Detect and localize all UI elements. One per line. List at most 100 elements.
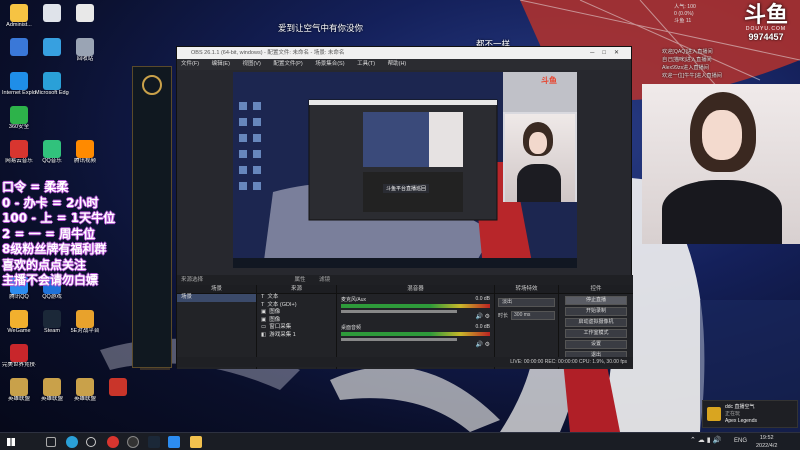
game-notification[interactable]: ddc 直播空气 正在玩 Apex Legends <box>702 400 798 428</box>
studio-mode-button[interactable]: 工作室模式 <box>565 329 627 338</box>
desktop-icon[interactable]: Microsoft Edge <box>35 72 69 97</box>
desktop-icon[interactable]: Internet Explorer <box>2 72 36 97</box>
desktop-icon[interactable]: 英雄联盟 <box>35 378 69 403</box>
desktop-icon[interactable] <box>2 38 36 56</box>
scene-item[interactable]: 场景 <box>177 294 256 302</box>
overlay-line: 喜欢的点点关注 <box>2 257 87 272</box>
app-icon <box>76 38 94 56</box>
menu-view[interactable]: 视图(V) <box>242 61 260 67</box>
settings-button[interactable]: 设置 <box>565 340 627 349</box>
app-icon <box>43 310 61 328</box>
netease-music-icon[interactable] <box>107 436 119 448</box>
overlay-line: 口令 = 柔柔 <box>2 180 69 194</box>
obs-window[interactable]: OBS 26.1.1 (64-bit, windows) - 配置文件: 未命名… <box>176 46 633 369</box>
desktop-icon[interactable]: 360安全 <box>2 106 36 131</box>
desktop-icon-label: WeGame <box>7 328 31 334</box>
task-view-icon[interactable] <box>46 437 56 447</box>
desktop-icon[interactable]: 回收站 <box>68 38 102 63</box>
desktop-icon-label: 腾讯视频 <box>73 158 96 164</box>
danmu-item: 欢迎一位[牛牛]进入直播间 <box>662 73 722 79</box>
source-item[interactable]: ◧ 游戏采集 1 <box>257 332 336 340</box>
source-item[interactable]: ▣ 图像 <box>257 317 336 325</box>
app-icon <box>76 310 94 328</box>
duration-input[interactable]: 300 ms <box>511 311 555 320</box>
source-item[interactable]: T 文本 <box>257 294 336 302</box>
menu-profile[interactable]: 配置文件(P) <box>273 61 302 67</box>
source-item[interactable]: T 文本 (GDI+) <box>257 302 336 310</box>
desktop-icon-label: 回收站 <box>76 56 94 62</box>
virtual-camera-button[interactable]: 启动虚拟摄像机 <box>565 318 627 327</box>
properties-button[interactable]: 属性 <box>295 277 306 283</box>
desktop-icon[interactable]: 腾讯视频 <box>68 140 102 165</box>
edge-icon[interactable] <box>66 436 78 448</box>
text-icon: T <box>261 301 265 308</box>
image-icon: ▣ <box>261 309 267 315</box>
app-icon[interactable] <box>168 436 180 448</box>
windows-start-icon[interactable] <box>7 438 15 446</box>
desktop-icon[interactable]: 英雄联盟 <box>2 378 36 403</box>
desktop-icon[interactable]: Steam <box>35 310 69 335</box>
app-icon <box>43 140 61 158</box>
search-icon[interactable] <box>86 437 96 447</box>
menu-help[interactable]: 帮助(H) <box>388 61 407 67</box>
desktop-icon-label: Steam <box>44 328 60 334</box>
taskbar: ⌃ ☁ ▮ 🔊 ENG 19:52 2022/4/2 <box>0 432 800 450</box>
desktop-icon[interactable]: QQ音乐 <box>35 140 69 165</box>
obs-icon[interactable] <box>127 436 139 448</box>
desktop-icon-label: Microsoft Edge <box>35 90 69 96</box>
clock[interactable]: 19:52 2022/4/2 <box>756 434 777 450</box>
filters-button[interactable]: 滤镜 <box>319 277 330 283</box>
window-controls[interactable]: ─□✕ <box>590 47 627 59</box>
desktop-icon[interactable] <box>68 4 102 22</box>
menu-file[interactable]: 文件(F) <box>181 61 199 67</box>
menu-tools[interactable]: 工具(T) <box>357 61 375 67</box>
notification-title: ddc 直播空气 <box>725 404 755 410</box>
desktop-icon-label: 完美世界竞技平台 <box>2 362 36 368</box>
source-select-bar: 来源选择 属性 滤镜 <box>177 275 633 285</box>
xbox-icon <box>707 407 721 421</box>
desktop-icon[interactable]: WeGame <box>2 310 36 335</box>
danmu-item: Alex99zs进入直播间 <box>662 65 709 71</box>
menu-scene-collection[interactable]: 场景集合(S) <box>315 61 344 67</box>
desktop-icon[interactable] <box>35 38 69 56</box>
language-indicator[interactable]: ENG <box>734 438 747 444</box>
desktop-icon-label: 5E对战平台 <box>70 328 100 334</box>
desktop-icon-label: 360安全 <box>8 124 30 130</box>
window-icon: ▭ <box>261 324 267 330</box>
source-item[interactable]: ▭ 窗口采集 <box>257 324 336 332</box>
image-icon: ▣ <box>261 316 267 323</box>
desktop-icon[interactable]: 网易云音乐 <box>2 140 36 165</box>
app-icon <box>76 4 94 22</box>
stop-streaming-button[interactable]: 停止直播 <box>565 296 627 305</box>
obs-preview-canvas[interactable]: 斗鱼平台直播巡回 <box>233 72 577 268</box>
obs-statusbar: LIVE: 00:00:00 REC: 00:00:00 CPU: 1.9%, … <box>177 357 633 367</box>
notification-game: Apex Legends <box>725 418 757 424</box>
text-icon: T <box>261 294 265 300</box>
desktop-icon[interactable]: 5E对战平台 <box>68 310 102 335</box>
desktop-icon[interactable]: Administ... <box>2 4 36 29</box>
transitions-dock-title: 转场特效 <box>495 285 558 294</box>
tray-icons[interactable]: ⌃ ☁ ▮ 🔊 <box>690 436 721 444</box>
obs-titlebar[interactable]: OBS 26.1.1 (64-bit, windows) - 配置文件: 未命名… <box>177 47 631 59</box>
desktop-icon[interactable] <box>101 378 135 396</box>
folder-icon[interactable] <box>190 436 202 448</box>
desktop-icon-label: Internet Explorer <box>2 90 36 96</box>
desktop-icon[interactable]: 完美世界竞技平台 <box>2 344 36 369</box>
volume-meter <box>341 304 490 308</box>
steam-icon[interactable] <box>148 436 160 448</box>
scenes-dock-title: 场景 <box>177 285 256 294</box>
desktop-icon-label: 英雄联盟 <box>73 396 96 402</box>
start-recording-button[interactable]: 开始录制 <box>565 307 627 316</box>
app-icon <box>43 72 61 90</box>
mute-speaker-icon[interactable]: 🔊 ⚙ <box>341 341 490 348</box>
desktop-icon[interactable]: 英雄联盟 <box>68 378 102 403</box>
menu-edit[interactable]: 编辑(E) <box>212 61 230 67</box>
transition-select[interactable]: 淡出 <box>498 298 555 307</box>
desktop-icon[interactable] <box>35 4 69 22</box>
danmu-list: 欢迎[QAQ]进入直播间 自己[猫咪]进入直播间 Alex99zs进入直播间 欢… <box>662 48 722 80</box>
stream-overlay-text: 口令 = 柔柔 0 - 办卡 = 2小时 100 - 上 = 1天牛位 2 = … <box>2 180 142 289</box>
source-item[interactable]: ▣ 图像 <box>257 309 336 317</box>
mute-speaker-icon[interactable]: 🔊 ⚙ <box>341 313 490 320</box>
desktop-icon-label: 网易云音乐 <box>5 158 33 164</box>
douyu-overlay: 斗鱼 DOUYU.COM 9974457 人气: 100 0 (0.0%) 斗鱼… <box>640 0 800 250</box>
